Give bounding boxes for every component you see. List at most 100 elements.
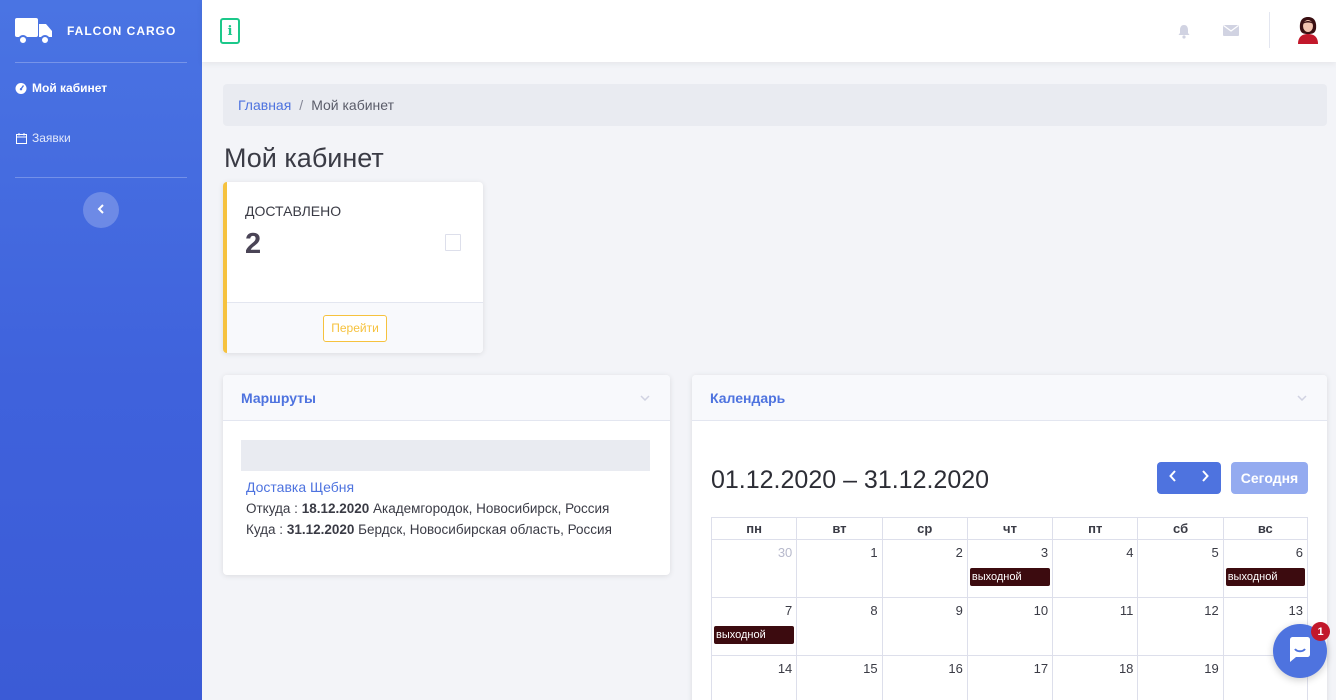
calendar-grid: пн вт ср чт пт сб вс 30 1 2 3 выходной 4 5 6 вых…	[711, 517, 1308, 700]
calendar-event[interactable]: выходной	[714, 626, 795, 644]
calendar-card-header: Календарь	[692, 375, 1327, 421]
calendar-day-number: 18	[1118, 661, 1134, 676]
checkbox-icon	[445, 234, 461, 251]
bell-icon[interactable]	[1177, 24, 1191, 44]
calendar-day-cell[interactable]: 17	[966, 656, 1052, 700]
go-button[interactable]: Перейти	[323, 314, 387, 342]
weekday-header: чт	[966, 517, 1053, 540]
chevron-down-icon[interactable]	[638, 391, 652, 405]
calendar-day-cell[interactable]: 19	[1137, 656, 1222, 700]
info-button[interactable]: i	[220, 18, 240, 44]
calendar-day-cell[interactable]: 12	[1137, 598, 1223, 656]
calendar-day-cell[interactable]: 3 выходной	[966, 540, 1053, 598]
brand-name: FALCON CARGO	[67, 24, 177, 38]
brand[interactable]: FALCON CARGO	[0, 0, 202, 62]
truck-icon	[15, 16, 53, 46]
calendar-day-number: 15	[863, 661, 878, 676]
route-from-place: Академгородок, Новосибирск, Россия	[373, 501, 610, 516]
weekday-header: вт	[796, 517, 882, 540]
calendar-day-cell[interactable]: 30	[711, 540, 797, 598]
calendar-day-cell[interactable]: 11	[1052, 598, 1138, 656]
breadcrumb-home-link[interactable]: Главная	[238, 97, 291, 113]
routes-card-header: Маршруты	[223, 375, 670, 421]
calendar-day-number: 7	[785, 603, 793, 618]
chat-notification-badge: 1	[1311, 622, 1330, 641]
calendar-next-button[interactable]	[1189, 462, 1221, 494]
calendar-day-number: 16	[948, 661, 963, 676]
sidebar-toggle-button[interactable]	[83, 192, 119, 228]
route-to-place: Бердск, Новосибирская область, Россия	[358, 522, 612, 537]
breadcrumb-separator: /	[299, 97, 304, 113]
calendar-day-number: 13	[1288, 603, 1303, 618]
breadcrumb: Главная / Мой кабинет	[223, 84, 1327, 126]
sidebar-item-label: Мой кабинет	[32, 81, 108, 95]
stat-label: ДОСТАВЛЕНО	[245, 203, 342, 219]
calendar-day-cell[interactable]: 16	[881, 656, 967, 700]
weekday-header: пн	[711, 517, 797, 540]
calendar-day-cell[interactable]: 7 выходной	[711, 598, 797, 656]
route-from-date: 18.12.2020	[301, 501, 370, 516]
chevron-down-icon[interactable]	[1295, 391, 1309, 405]
calendar-week-row: 30 1 2 3 выходной 4 5 6 выходной	[711, 540, 1308, 598]
calendar-event[interactable]: выходной	[1225, 568, 1305, 586]
calendar-event[interactable]: выходной	[969, 568, 1051, 586]
calendar-day-number: 30	[777, 545, 793, 560]
topbar-divider	[1269, 12, 1270, 48]
calendar-day-cell[interactable]: 14	[711, 656, 796, 700]
chat-icon	[1286, 635, 1314, 668]
breadcrumb-current: Мой кабинет	[311, 97, 395, 113]
calendar-day-cell[interactable]: 10	[966, 598, 1053, 656]
calendar-week-row: 7 выходной 8 9 10 11 12 13	[711, 598, 1308, 656]
calendar-day-number: 2	[955, 545, 963, 560]
calendar-day-cell[interactable]: 1	[796, 540, 882, 598]
topbar: i	[202, 0, 1336, 62]
calendar-card: Календарь 01.12.2020 – 31.12.2020 Сегодн…	[692, 375, 1327, 700]
calendar-day-cell[interactable]: 9	[881, 598, 967, 656]
calendar-day-cell[interactable]: 6 выходной	[1222, 540, 1308, 598]
envelope-icon[interactable]	[1223, 24, 1239, 42]
calendar-day-number: 9	[955, 603, 963, 618]
calendar-body: 30 1 2 3 выходной 4 5 6 выходной 7 выходной 8 9 10 11 1…	[711, 540, 1308, 700]
route-from-label: Откуда :	[246, 501, 298, 516]
sidebar-divider	[15, 177, 187, 178]
calendar-today-button[interactable]: Сегодня	[1231, 462, 1308, 494]
weekday-header: ср	[881, 517, 967, 540]
chevron-right-icon	[1201, 469, 1209, 487]
calendar-card-title: Календарь	[710, 389, 786, 406]
sidebar: FALCON CARGO Мой кабинет Заявки	[0, 0, 202, 700]
page-title: Мой кабинет	[224, 143, 384, 173]
calendar-icon	[15, 132, 27, 144]
routes-card-title: Маршруты	[241, 389, 316, 406]
weekday-header: вс	[1222, 517, 1308, 540]
route-name-link[interactable]: Доставка Щебня	[246, 479, 354, 495]
chevron-left-icon	[97, 201, 105, 219]
sidebar-item-requests[interactable]: Заявки	[0, 113, 202, 163]
calendar-day-number: 17	[1033, 661, 1049, 676]
calendar-day-cell[interactable]: 2	[881, 540, 967, 598]
calendar-range: 01.12.2020 – 31.12.2020	[711, 466, 990, 494]
calendar-prev-button[interactable]	[1157, 462, 1189, 494]
calendar-day-number: 19	[1204, 661, 1219, 676]
calendar-day-cell[interactable]: 15	[796, 656, 881, 700]
calendar-day-number: 4	[1126, 545, 1134, 560]
calendar-day-number: 5	[1211, 545, 1219, 560]
route-from: Откуда : 18.12.2020 Академгородок, Новос…	[246, 501, 609, 516]
calendar-day-number: 1	[870, 545, 878, 560]
routes-card: Маршруты Доставка Щебня Откуда : 18.12.2…	[223, 375, 670, 575]
sidebar-item-dashboard[interactable]: Мой кабинет	[0, 63, 202, 113]
weekday-header: пт	[1052, 517, 1138, 540]
route-to: Куда : 31.12.2020 Бердск, Новосибирская …	[246, 522, 612, 537]
delivered-stat-card: ДОСТАВЛЕНО 2 Перейти	[223, 182, 483, 353]
weekday-header: сб	[1137, 517, 1223, 540]
chevron-left-icon	[1169, 469, 1177, 487]
calendar-day-cell[interactable]: 18	[1052, 656, 1137, 700]
calendar-day-number: 14	[777, 661, 793, 676]
calendar-day-cell[interactable]: 8	[796, 598, 882, 656]
calendar-day-cell[interactable]: 4	[1052, 540, 1138, 598]
calendar-day-number: 11	[1119, 603, 1134, 618]
calendar-day-cell[interactable]: 5	[1137, 540, 1223, 598]
route-to-label: Куда :	[246, 522, 284, 537]
calendar-week-row: 14 15 16 17 18 19	[711, 656, 1308, 700]
calendar-day-number: 8	[870, 603, 878, 618]
user-avatar-icon[interactable]	[1294, 15, 1322, 45]
